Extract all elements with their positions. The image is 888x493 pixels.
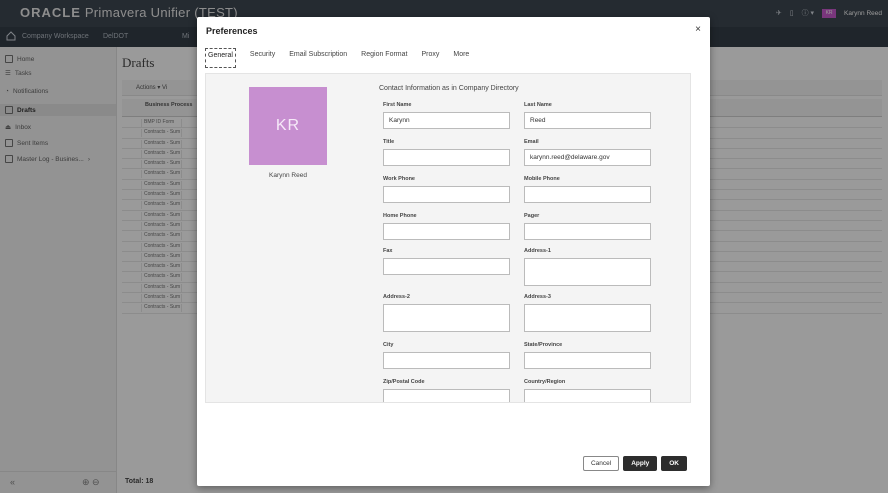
state-field[interactable]	[524, 352, 651, 369]
profile-name: Karynn Reed	[269, 172, 307, 179]
city-label: City	[383, 342, 394, 348]
tab-bar: General Security Email Subscription Regi…	[205, 48, 483, 68]
work-phone-label: Work Phone	[383, 176, 415, 182]
tab-more[interactable]: More	[453, 48, 469, 68]
title-field[interactable]	[383, 149, 510, 166]
country-label: Country/Region	[524, 379, 566, 385]
mobile-phone-label: Mobile Phone	[524, 176, 560, 182]
profile-photo[interactable]: KR	[249, 87, 327, 165]
work-phone-field[interactable]	[383, 186, 510, 203]
country-field[interactable]	[524, 389, 651, 402]
zip-field[interactable]	[383, 389, 510, 402]
close-icon[interactable]: ×	[695, 24, 701, 35]
pager-field[interactable]	[524, 223, 651, 240]
tab-region-format[interactable]: Region Format	[361, 48, 407, 68]
dialog-title: Preferences	[206, 26, 258, 36]
email-label: Email	[524, 139, 539, 145]
home-phone-field[interactable]	[383, 223, 510, 240]
first-name-field[interactable]	[383, 112, 510, 129]
preferences-dialog: Preferences × General Security Email Sub…	[197, 17, 710, 486]
tab-email-subscription[interactable]: Email Subscription	[289, 48, 347, 68]
apply-button[interactable]: Apply	[623, 456, 658, 471]
home-phone-label: Home Phone	[383, 213, 417, 219]
tab-proxy[interactable]: Proxy	[421, 48, 439, 68]
email-field[interactable]	[524, 149, 651, 166]
address-3-field[interactable]	[524, 304, 651, 332]
fax-label: Fax	[383, 248, 393, 254]
address-1-label: Address-1	[524, 248, 551, 254]
tab-general[interactable]: General	[205, 48, 236, 68]
title-label: Title	[383, 139, 395, 145]
first-name-label: First Name	[383, 102, 412, 108]
state-label: State/Province	[524, 342, 563, 348]
city-field[interactable]	[383, 352, 510, 369]
fax-field[interactable]	[383, 258, 510, 275]
general-panel: KR Karynn Reed Contact Information as in…	[205, 73, 691, 403]
contact-heading: Contact Information as in Company Direct…	[379, 85, 519, 92]
ok-button[interactable]: OK	[661, 456, 687, 471]
last-name-label: Last Name	[524, 102, 552, 108]
pager-label: Pager	[524, 213, 540, 219]
dialog-footer: Cancel Apply OK	[582, 456, 687, 471]
last-name-field[interactable]	[524, 112, 651, 129]
address-1-field[interactable]	[524, 258, 651, 286]
address-2-field[interactable]	[383, 304, 510, 332]
mobile-phone-field[interactable]	[524, 186, 651, 203]
address-3-label: Address-3	[524, 294, 551, 300]
address-2-label: Address-2	[383, 294, 410, 300]
tab-security[interactable]: Security	[250, 48, 275, 68]
cancel-button[interactable]: Cancel	[582, 456, 620, 471]
zip-label: Zip/Postal Code	[383, 379, 425, 385]
